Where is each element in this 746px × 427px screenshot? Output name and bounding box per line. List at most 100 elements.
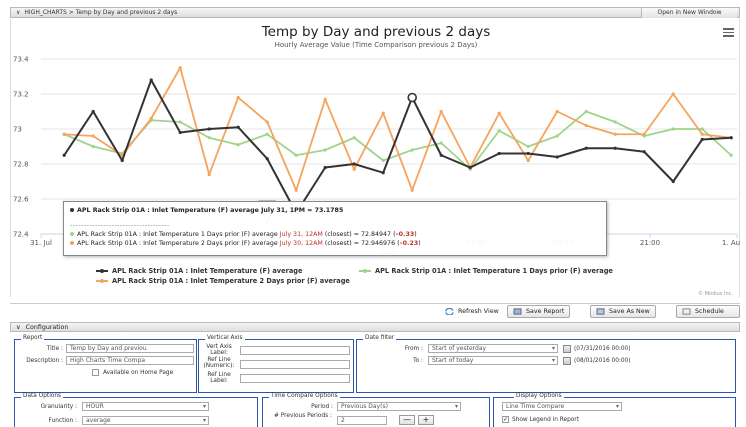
calendar-icon[interactable] bbox=[563, 345, 571, 353]
data-point bbox=[91, 144, 95, 149]
data-point bbox=[91, 109, 95, 114]
data-point bbox=[236, 143, 240, 147]
configuration-header[interactable]: ∨ Configuration bbox=[10, 322, 740, 332]
data-point bbox=[555, 109, 559, 114]
data-point bbox=[584, 146, 588, 150]
legend-item-1-day-prior[interactable]: APL Rack Strip 01A : Inlet Temperature 1… bbox=[359, 267, 613, 275]
data-point bbox=[207, 172, 211, 177]
data-point bbox=[265, 132, 269, 136]
data-point bbox=[729, 136, 733, 140]
data-point bbox=[294, 153, 298, 157]
data-point bbox=[642, 150, 646, 154]
panel-titlebar: ∨ HIGH_CHARTS > Temp by Day and previous… bbox=[10, 7, 740, 18]
chart-subtitle: Hourly Average Value (Time Comparison pr… bbox=[274, 41, 478, 49]
home-page-checkbox[interactable] bbox=[92, 369, 99, 376]
increment-button[interactable]: + bbox=[418, 415, 434, 425]
data-point bbox=[526, 144, 530, 149]
data-point bbox=[178, 130, 182, 135]
data-point bbox=[381, 171, 385, 175]
data-point bbox=[642, 132, 646, 136]
y-tick-label: 72.6 bbox=[13, 196, 29, 204]
data-point bbox=[352, 136, 356, 140]
data-point bbox=[149, 116, 153, 121]
collapse-chevron-icon[interactable]: ∨ bbox=[16, 9, 20, 16]
tooltip-row-1: APL Rack Strip 01A : Inlet Temperature 1… bbox=[70, 230, 600, 239]
data-point bbox=[584, 109, 588, 114]
data-point bbox=[613, 120, 617, 124]
series-line bbox=[63, 110, 732, 171]
decrement-button[interactable]: — bbox=[399, 415, 415, 425]
data-point bbox=[700, 137, 704, 142]
data-point bbox=[671, 92, 675, 96]
data-point bbox=[671, 127, 675, 131]
data-point bbox=[497, 151, 501, 156]
description-input[interactable]: High Charts Time Compa bbox=[66, 356, 194, 365]
period-select[interactable]: Previous Day(s) bbox=[337, 402, 461, 411]
time-compare-panel: Time Compare Options Period : Previous D… bbox=[262, 393, 490, 427]
open-in-new-window-button[interactable]: Open in New Window bbox=[641, 8, 737, 18]
tooltip-header-row: APL Rack Strip 01A : Inlet Temperature (… bbox=[70, 206, 600, 215]
chart-menu-icon[interactable] bbox=[723, 28, 734, 37]
y-tick-label: 72.8 bbox=[13, 161, 29, 169]
data-point bbox=[439, 109, 443, 114]
report-toolbar: Refresh View Save Report Save As New Sch… bbox=[10, 303, 740, 318]
calendar-icon bbox=[682, 308, 691, 315]
display-type-select[interactable]: Line Time Compare bbox=[502, 402, 622, 411]
data-point bbox=[236, 95, 240, 100]
data-point bbox=[584, 123, 588, 128]
data-point bbox=[381, 111, 385, 115]
data-point bbox=[265, 120, 269, 124]
data-point bbox=[323, 165, 327, 170]
x-tick-label: 31. Jul bbox=[30, 239, 52, 247]
date-from-select[interactable]: Start of yesterday bbox=[428, 344, 558, 353]
legend-item-2-days-prior[interactable]: APL Rack Strip 01A : Inlet Temperature 2… bbox=[96, 277, 350, 285]
data-point bbox=[178, 120, 182, 124]
data-point bbox=[323, 97, 327, 101]
tooltip-header: APL Rack Strip 01A : Inlet Temperature (… bbox=[77, 207, 344, 214]
series-dot-icon bbox=[70, 232, 74, 236]
granularity-select[interactable]: HOUR bbox=[82, 402, 209, 411]
data-point bbox=[149, 78, 153, 82]
previous-periods-input[interactable]: 2 bbox=[337, 416, 387, 425]
data-point bbox=[265, 157, 269, 161]
data-point bbox=[352, 162, 356, 166]
collapse-chevron-icon[interactable]: ∨ bbox=[16, 324, 21, 331]
chart-title: Temp by Day and previous 2 days bbox=[261, 24, 491, 40]
data-point bbox=[613, 132, 617, 136]
data-point bbox=[671, 179, 675, 184]
chart-credits[interactable]: © Modius Inc. bbox=[698, 291, 733, 297]
refresh-view-button[interactable]: Refresh View bbox=[440, 305, 504, 318]
data-point bbox=[410, 148, 414, 152]
data-point bbox=[294, 188, 298, 192]
schedule-button[interactable]: Schedule bbox=[676, 305, 740, 318]
vert-axis-label-input[interactable] bbox=[240, 346, 350, 355]
legend-item-current[interactable]: APL Rack Strip 01A : Inlet Temperature (… bbox=[96, 267, 302, 275]
ref-line-label-input[interactable] bbox=[240, 374, 350, 383]
function-select[interactable]: average bbox=[82, 416, 209, 425]
data-point bbox=[439, 141, 443, 145]
y-tick-label: 73.2 bbox=[13, 91, 29, 99]
date-to-select[interactable]: Start of today bbox=[428, 356, 558, 365]
title-input[interactable]: Temp by Day and previou bbox=[66, 344, 194, 353]
display-options-panel: Display Options Line Time Compare ✓ Show… bbox=[493, 393, 736, 427]
save-report-button[interactable]: Save Report bbox=[507, 305, 571, 318]
save-as-new-button[interactable]: Save As New bbox=[590, 305, 656, 318]
refresh-icon bbox=[445, 308, 454, 315]
chart-area: 73.473.27372.872.672.431. Jul03:0006:000… bbox=[10, 19, 740, 297]
data-point bbox=[497, 129, 501, 133]
save-as-icon bbox=[596, 308, 605, 315]
data-point bbox=[526, 151, 530, 156]
ref-line-numeric-input[interactable] bbox=[240, 360, 350, 369]
series-dot-icon bbox=[70, 208, 74, 212]
show-legend-checkbox[interactable]: ✓ bbox=[502, 416, 509, 423]
data-point bbox=[700, 127, 704, 131]
data-point bbox=[207, 136, 211, 140]
data-point bbox=[178, 66, 182, 70]
data-point bbox=[410, 188, 414, 192]
data-point bbox=[468, 165, 472, 170]
calendar-icon[interactable] bbox=[563, 357, 571, 365]
date-filter-panel: Date filter From : Start of yesterday (0… bbox=[356, 335, 736, 393]
data-point bbox=[526, 158, 530, 163]
data-point bbox=[497, 111, 501, 115]
data-point bbox=[381, 158, 385, 163]
